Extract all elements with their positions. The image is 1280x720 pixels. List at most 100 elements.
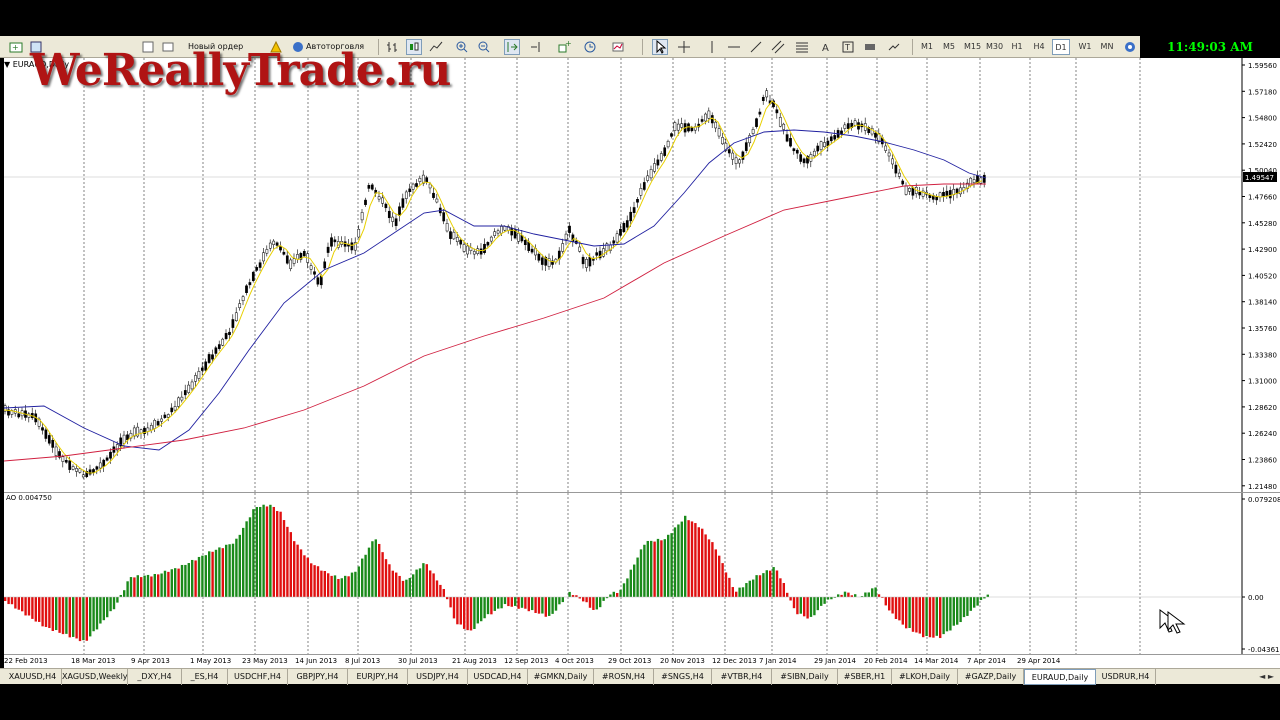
- chart-tab[interactable]: USDRUR,H4: [1096, 669, 1156, 685]
- zoom-out-icon[interactable]: [476, 39, 492, 55]
- candle-body: [268, 242, 272, 249]
- navigator-icon[interactable]: [140, 39, 156, 55]
- ao-bar: [796, 597, 799, 615]
- candle-body: [377, 196, 381, 200]
- trendline-icon[interactable]: [748, 39, 764, 55]
- candle-body: [972, 179, 976, 184]
- chart-shift-icon[interactable]: [528, 39, 544, 55]
- ao-bar: [932, 597, 935, 638]
- auto-scroll-icon[interactable]: [504, 39, 520, 55]
- chart-tab[interactable]: _ES,H4: [182, 669, 228, 685]
- horizontal-line-icon[interactable]: [726, 39, 742, 55]
- ao-bar: [670, 533, 673, 597]
- timeframe-h1[interactable]: H1: [1008, 39, 1026, 55]
- chart-tab[interactable]: EURJPY,H4: [348, 669, 408, 685]
- ao-bar: [680, 521, 683, 597]
- ao-bar: [10, 597, 14, 605]
- line-chart-icon[interactable]: [428, 39, 444, 55]
- chart-tab[interactable]: EURAUD,Daily: [1024, 669, 1096, 685]
- candle-body: [435, 198, 439, 203]
- candle-body: [302, 251, 306, 257]
- autotrade-button[interactable]: Автоторговля: [306, 39, 364, 55]
- chart-tab[interactable]: #SIBN,Daily: [772, 669, 838, 685]
- chart-tab[interactable]: #ROSN,H4: [594, 669, 654, 685]
- chart-tab[interactable]: #GMKN,Daily: [528, 669, 594, 685]
- new-order-button[interactable]: Новый ордер: [188, 39, 243, 55]
- timeframe-m30[interactable]: M30: [984, 39, 1005, 55]
- periods-icon[interactable]: [582, 39, 598, 55]
- chart-tab[interactable]: #VTBR,H4: [712, 669, 772, 685]
- candlestick-icon[interactable]: [406, 39, 422, 55]
- candle-body: [982, 174, 986, 183]
- ao-indicator-chart[interactable]: 0.079208 0.00 -0.043613: [4, 492, 1280, 655]
- ao-bar: [422, 563, 425, 597]
- ao-bar: [986, 594, 989, 597]
- ao-bar: [476, 597, 479, 624]
- ao-bar: [255, 507, 258, 597]
- chart-tab[interactable]: #LKOH,Daily: [892, 669, 958, 685]
- timeframe-d1[interactable]: D1: [1052, 39, 1070, 55]
- candle-body: [734, 157, 738, 164]
- text-icon[interactable]: A: [818, 39, 834, 55]
- date-tick-label: 29 Jan 2014: [814, 657, 856, 665]
- ao-bar: [891, 597, 894, 614]
- chart-tab[interactable]: USDJPY,H4: [408, 669, 468, 685]
- timeframe-mn[interactable]: MN: [1098, 39, 1116, 55]
- timeframe-m1[interactable]: M1: [918, 39, 936, 55]
- terminal-icon[interactable]: [160, 39, 176, 55]
- options-gear-icon[interactable]: [1122, 39, 1138, 55]
- chart-tab[interactable]: USDCHF,H4: [228, 669, 288, 685]
- ao-bar: [242, 527, 245, 597]
- templates-icon[interactable]: [610, 39, 626, 55]
- ao-bar: [435, 580, 439, 597]
- terminal-window: + Новый ордер Автоторговля + A T M1 M5 M…: [0, 0, 1280, 720]
- candle-body: [81, 474, 85, 478]
- crosshair-icon[interactable]: [676, 39, 692, 55]
- chart-tab[interactable]: XAUUSD,H4: [4, 669, 62, 685]
- timeframe-m15[interactable]: M15: [962, 39, 983, 55]
- chart-tab[interactable]: XAGUSD,Weekly: [62, 669, 128, 685]
- candle-body: [61, 456, 65, 462]
- meta-editor-icon[interactable]: [268, 39, 284, 55]
- chart-tab[interactable]: #SBER,H1: [838, 669, 892, 685]
- fibonacci-icon[interactable]: [794, 39, 810, 55]
- timeframe-m5[interactable]: M5: [940, 39, 958, 55]
- ao-bar: [133, 577, 136, 597]
- date-tick-label: 1 May 2013: [190, 657, 232, 665]
- chart-tab[interactable]: #SNGS,H4: [654, 669, 712, 685]
- timeframe-h4[interactable]: H4: [1030, 39, 1048, 55]
- date-tick-label: 29 Apr 2014: [1017, 657, 1061, 665]
- ao-bar: [41, 597, 44, 627]
- tab-scroll-arrows-icon[interactable]: ◄ ►: [1259, 669, 1274, 685]
- timeframe-w1[interactable]: W1: [1076, 39, 1094, 55]
- candle-body: [517, 232, 520, 242]
- bar-chart-icon[interactable]: [384, 39, 400, 55]
- autotrade-icon[interactable]: [290, 39, 306, 55]
- chart-tab[interactable]: _DXY,H4: [128, 669, 182, 685]
- indicators-icon[interactable]: +: [556, 39, 572, 55]
- new-chart-icon[interactable]: +: [8, 39, 24, 55]
- ao-tick-label: 0.00: [1248, 594, 1264, 602]
- equidistant-channel-icon[interactable]: [770, 39, 786, 55]
- candle-body: [445, 223, 449, 232]
- chart-tab[interactable]: GBPJPY,H4: [288, 669, 348, 685]
- ao-bar: [429, 570, 432, 597]
- rectangle-icon[interactable]: [862, 39, 878, 55]
- text-label-icon[interactable]: T: [840, 39, 856, 55]
- ao-bar: [405, 579, 408, 597]
- main-toolbar: + Новый ордер Автоторговля + A T M1 M5 M…: [0, 36, 1280, 58]
- chart-tab[interactable]: USDCAD,H4: [468, 669, 528, 685]
- candle-body: [170, 407, 174, 413]
- candle-body: [190, 381, 194, 390]
- zoom-in-icon[interactable]: [454, 39, 470, 55]
- date-tick-label: 4 Oct 2013: [555, 657, 594, 665]
- chart-tab[interactable]: #GAZP,Daily: [958, 669, 1024, 685]
- ao-bar: [701, 528, 704, 597]
- date-tick-label: 20 Feb 2014: [864, 657, 908, 665]
- profiles-icon[interactable]: [28, 39, 44, 55]
- vertical-line-icon[interactable]: [704, 39, 720, 55]
- price-chart[interactable]: 1.59560 1.57180 1.54800 1.52420 1.50040 1.476…: [3, 58, 1280, 492]
- cursor-tool-icon[interactable]: [652, 39, 668, 55]
- arrows-icon[interactable]: [886, 39, 902, 55]
- ao-bar: [126, 581, 129, 597]
